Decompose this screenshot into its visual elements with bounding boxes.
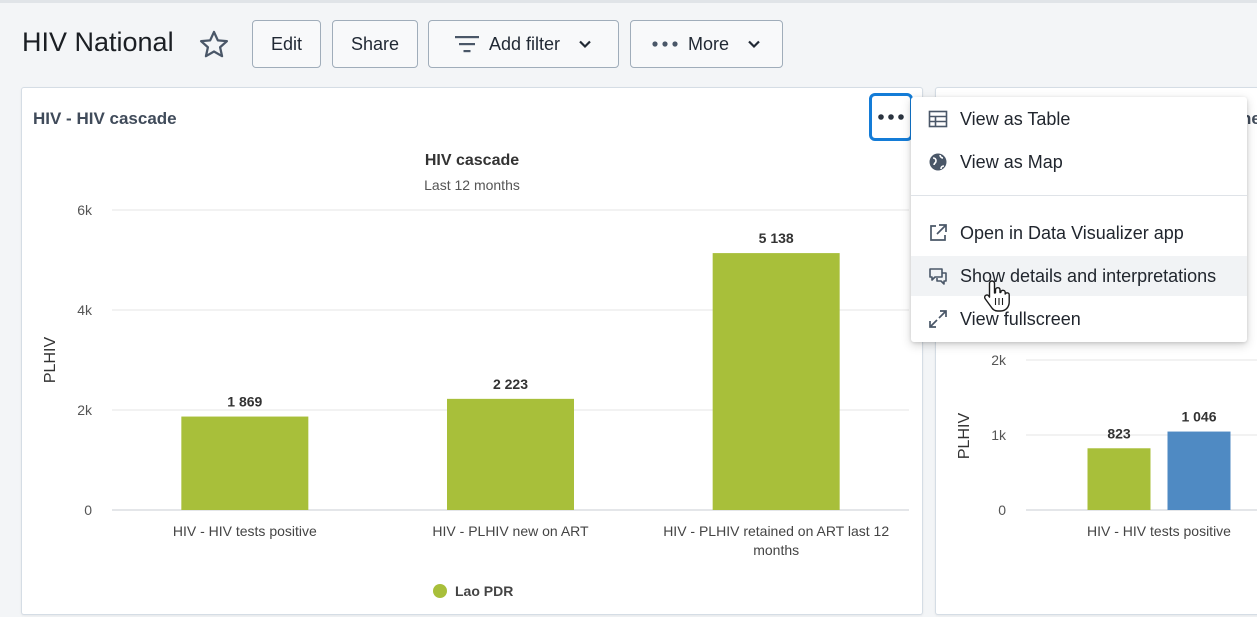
item-context-menu: View as Table View as Map Open in Data V… <box>911 97 1247 342</box>
chart-title: HIV cascade <box>425 152 519 169</box>
edit-button-label: Edit <box>270 33 303 54</box>
chevron-down-icon <box>748 40 760 49</box>
menu-item-view-as-map[interactable]: View as Map <box>911 142 1247 182</box>
edit-button[interactable]: Edit <box>252 20 321 68</box>
globe-icon <box>929 153 947 171</box>
bar[interactable] <box>181 416 309 510</box>
more-label: More <box>687 33 729 54</box>
bar[interactable] <box>1167 431 1231 510</box>
x-tick-label: HIV - PLHIV retained on ART last 12 <box>663 523 889 539</box>
y-tick-label: 6k <box>77 202 93 218</box>
y-tick-label: 0 <box>84 502 92 518</box>
x-tick-label: HIV - PLHIV new on ART <box>432 523 589 539</box>
share-button[interactable]: Share <box>332 20 418 68</box>
x-tick-label: months <box>753 542 799 558</box>
data-label: 2 223 <box>493 376 528 392</box>
bar[interactable] <box>447 398 574 510</box>
menu-item-view-as-table[interactable]: View as Table <box>911 99 1247 139</box>
menu-item-label: View as Map <box>960 152 1063 172</box>
bar[interactable] <box>712 253 840 510</box>
x-tick-label: HIV - HIV tests positive <box>1087 523 1231 539</box>
data-label: 1 046 <box>1181 409 1216 425</box>
y-tick-label: 2k <box>991 352 1007 368</box>
y-axis-label: PLHIV <box>956 413 973 460</box>
share-button-label: Share <box>350 33 400 54</box>
y-tick-label: 1k <box>991 427 1007 443</box>
x-tick-label: HIV - HIV tests positive <box>173 523 317 539</box>
data-label: 823 <box>1107 425 1131 441</box>
y-tick-label: 2k <box>77 402 93 418</box>
legend-swatch <box>433 584 447 598</box>
menu-item-label: View as Table <box>960 109 1071 129</box>
table-icon <box>928 110 948 128</box>
data-label: 5 138 <box>759 230 794 246</box>
add-filter-label: Add filter <box>488 33 561 54</box>
filter-icon <box>454 36 479 53</box>
y-tick-label: 0 <box>998 502 1006 518</box>
hand-cursor-icon <box>983 280 1010 312</box>
speech-bubbles-icon <box>929 268 947 285</box>
dashboard-title: HIV National <box>22 27 174 57</box>
legend-label[interactable]: Lao PDR <box>455 583 513 599</box>
dashboard-header: HIV National Edit Share Add filter More <box>0 0 1257 80</box>
menu-item-show-details[interactable]: Show details and interpretations <box>911 256 1247 296</box>
chevron-down-icon <box>579 40 591 49</box>
hiv-cascade-chart: HIV cascade Last 12 months 0 2k 4k 6k 1 869… <box>42 152 909 599</box>
dashboard-item-hiv-cascade: HIV - HIV cascade HIV cascade Last 12 mo… <box>21 87 923 615</box>
star-icon[interactable] <box>197 28 231 62</box>
more-dots-icon <box>652 41 678 47</box>
menu-item-open-in-data-visualizer[interactable]: Open in Data Visualizer app <box>911 213 1247 253</box>
menu-item-view-fullscreen[interactable]: View fullscreen <box>911 299 1247 339</box>
external-link-icon <box>930 224 947 241</box>
fullscreen-icon <box>929 310 947 328</box>
bar[interactable] <box>1087 448 1151 510</box>
menu-divider <box>911 195 1247 196</box>
add-filter-button[interactable]: Add filter <box>428 20 619 68</box>
chart-subtitle: Last 12 months <box>424 177 520 193</box>
y-tick-label: 4k <box>77 302 93 318</box>
more-button[interactable]: More <box>630 20 783 68</box>
data-label: 1 869 <box>227 394 262 410</box>
menu-item-label: View fullscreen <box>960 309 1081 329</box>
y-axis-label: PLHIV <box>42 337 59 384</box>
menu-item-label: Open in Data Visualizer app <box>960 223 1184 243</box>
